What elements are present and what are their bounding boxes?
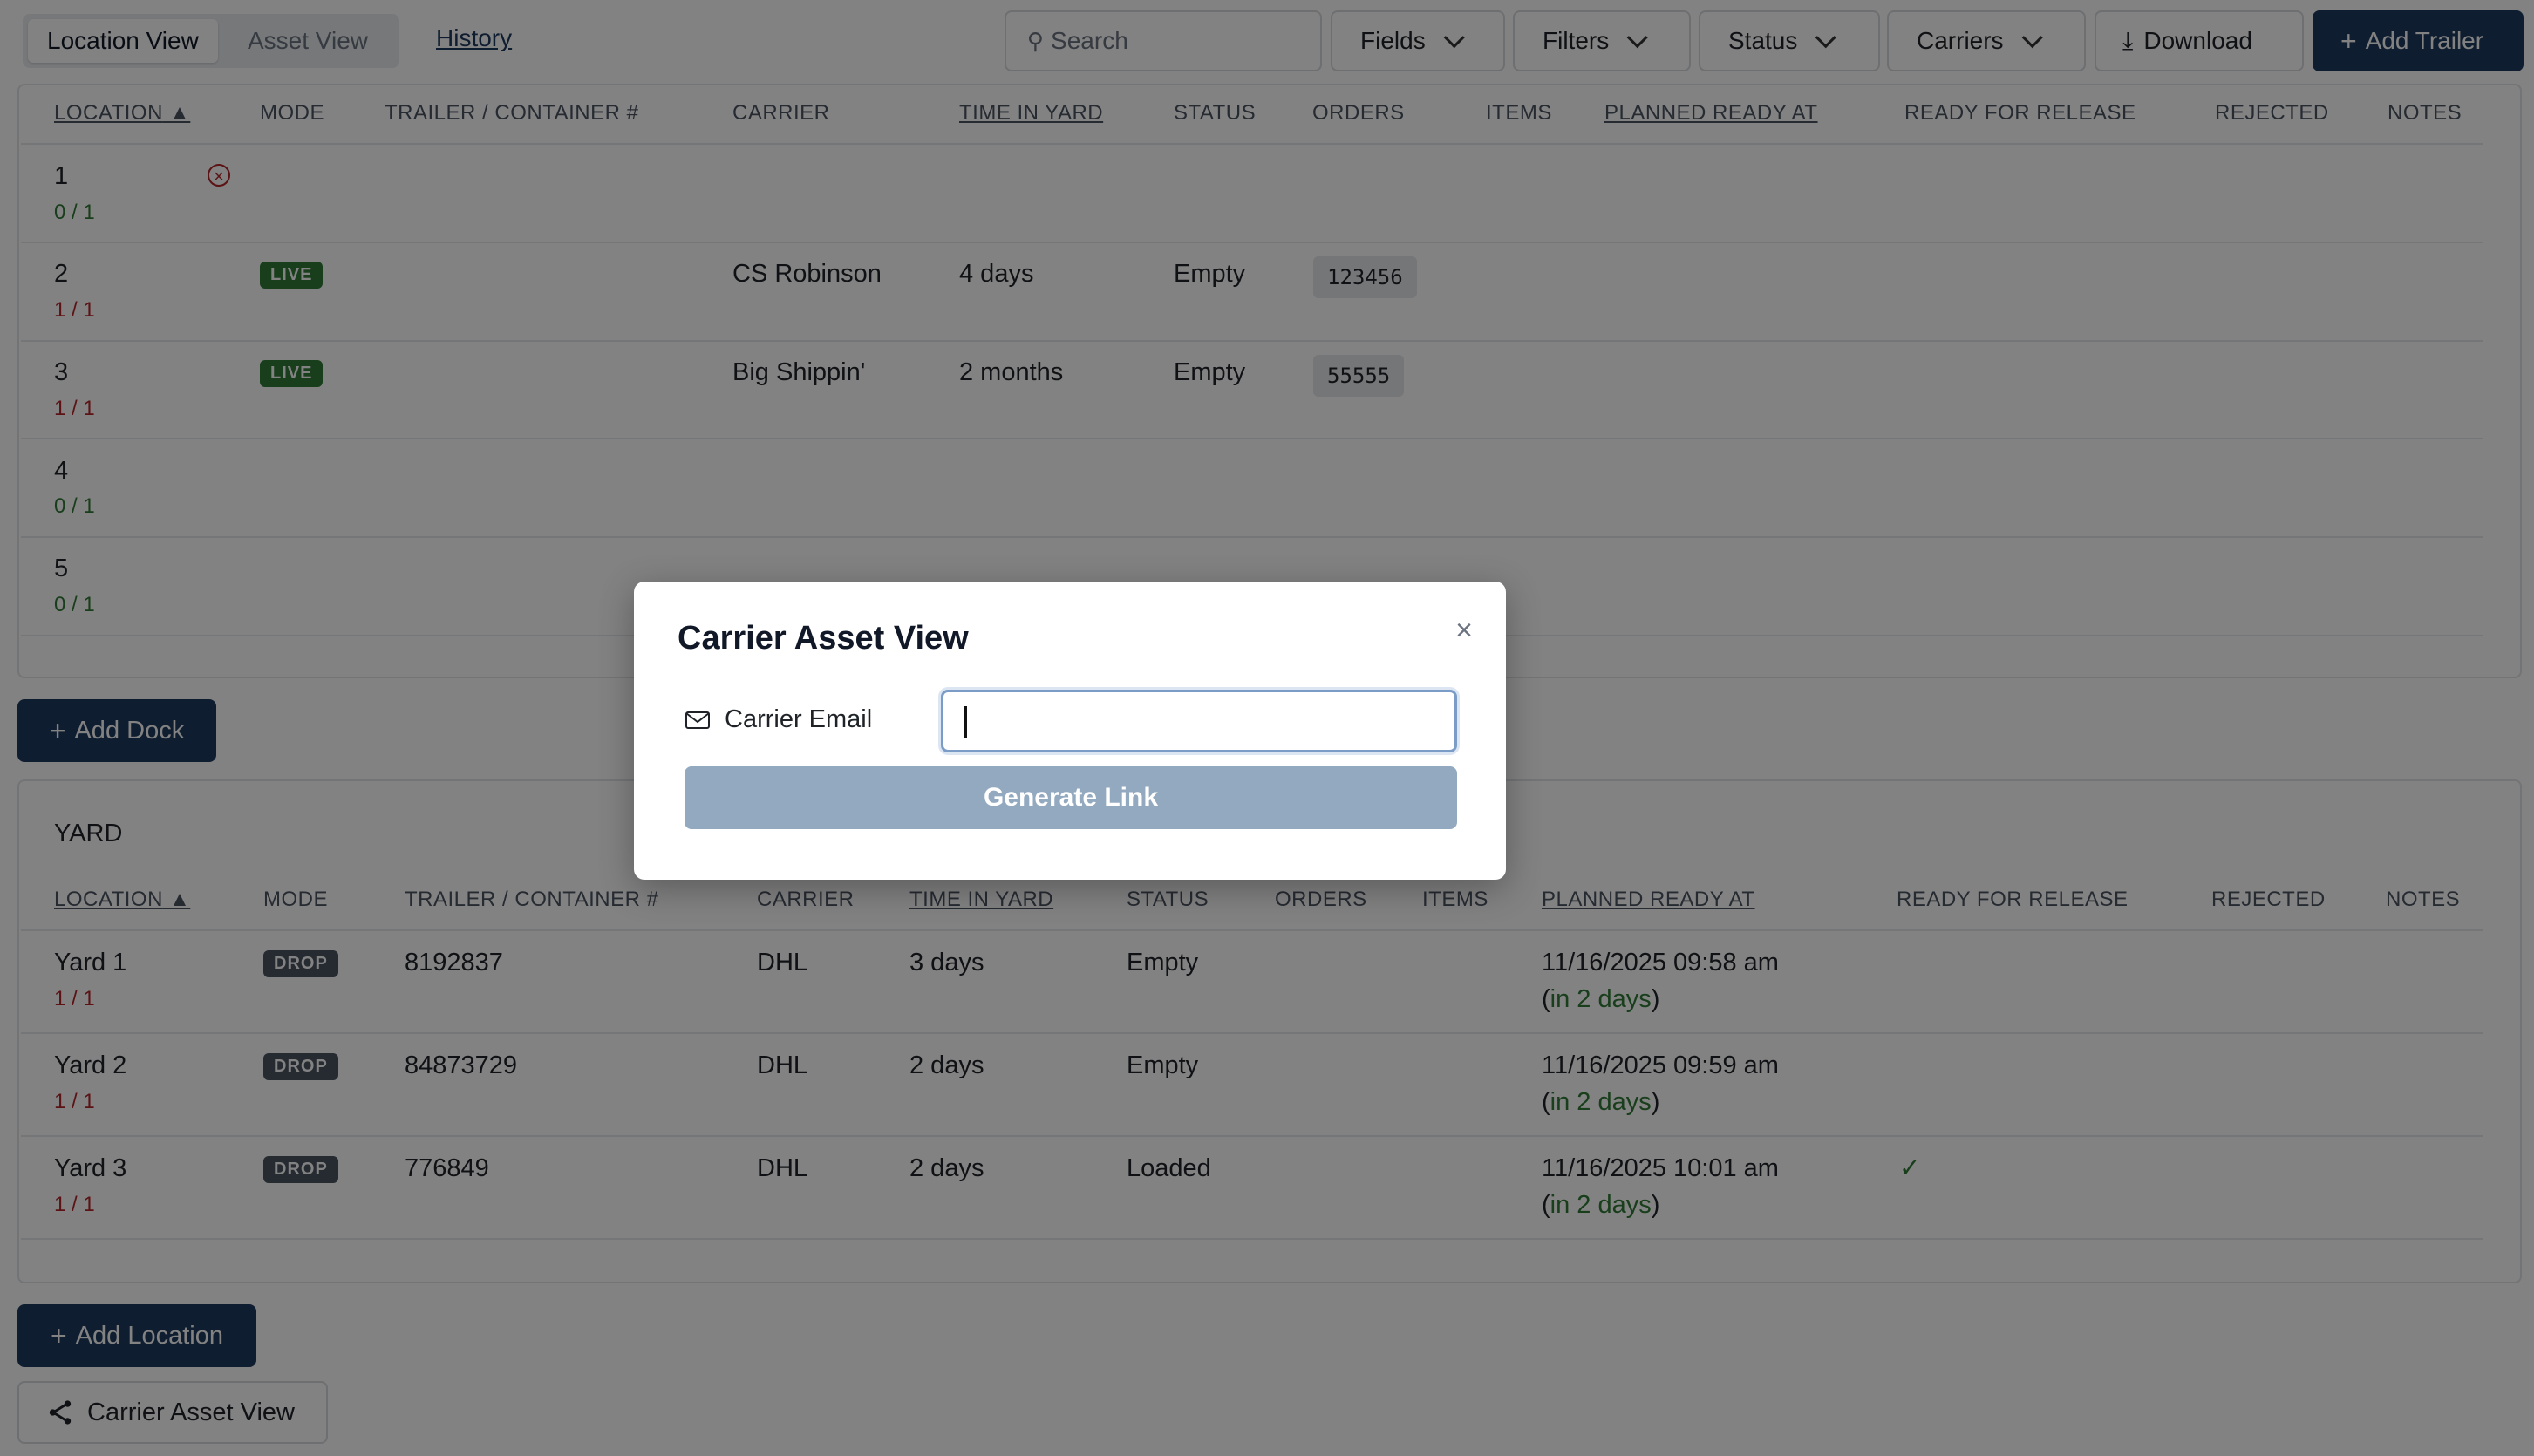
carrier-email-input[interactable]	[943, 692, 1454, 750]
close-icon[interactable]: ×	[1447, 613, 1482, 648]
generate-link-button[interactable]: Generate Link	[685, 766, 1457, 829]
carrier-asset-view-modal: Carrier Asset View × Carrier Email Gener…	[634, 582, 1506, 880]
carrier-email-label: Carrier Email	[685, 705, 872, 734]
modal-title: Carrier Asset View	[678, 620, 969, 657]
text-caret	[964, 706, 967, 738]
carrier-email-field[interactable]	[941, 690, 1457, 752]
envelope-icon	[685, 711, 710, 729]
page: Location View Asset View History ⚲ Searc…	[0, 0, 2534, 1456]
